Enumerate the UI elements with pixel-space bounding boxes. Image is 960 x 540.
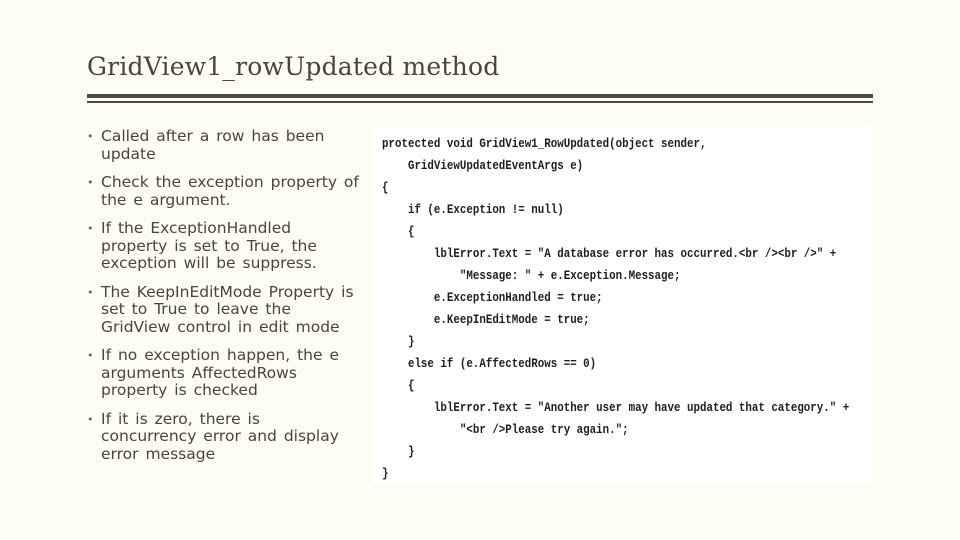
code-listing: protected void GridView1_RowUpdated(obje… bbox=[382, 133, 849, 485]
bullet-icon: • bbox=[87, 349, 94, 362]
bullet-icon: • bbox=[87, 222, 94, 235]
bullet-item: • The KeepInEditMode Property is set to T… bbox=[85, 282, 360, 337]
bullet-icon: • bbox=[87, 130, 94, 143]
bullet-text: If the ExceptionHandled property is set … bbox=[101, 219, 317, 272]
code-line: "Message: " + e.Exception.Message; bbox=[382, 268, 681, 283]
code-line: "<br />Please try again."; bbox=[382, 422, 629, 437]
code-line: lblError.Text = "A database error has oc… bbox=[382, 246, 837, 261]
code-image: protected void GridView1_RowUpdated(obje… bbox=[372, 125, 873, 483]
bullet-text: The KeepInEditMode Property is set to Tr… bbox=[101, 282, 354, 336]
code-line: e.KeepInEditMode = true; bbox=[382, 312, 590, 327]
code-line: } bbox=[382, 466, 389, 481]
code-line: lblError.Text = "Another user may have u… bbox=[382, 400, 850, 415]
slide-title: GridView1_rowUpdated method bbox=[87, 52, 500, 81]
code-line: } bbox=[382, 444, 415, 459]
code-line: { bbox=[382, 378, 415, 393]
code-line: protected void GridView1_RowUpdated(obje… bbox=[382, 136, 707, 151]
code-line: { bbox=[382, 224, 415, 239]
code-line: e.ExceptionHandled = true; bbox=[382, 290, 603, 305]
bullet-item: • Called after a row has been update bbox=[85, 127, 360, 163]
title-rule-thin bbox=[87, 101, 873, 103]
bullet-item: • If it is zero, there is concurrency err… bbox=[85, 409, 360, 464]
title-rule-thick bbox=[87, 94, 873, 98]
code-line: if (e.Exception != null) bbox=[382, 202, 564, 217]
bullet-text: Check the exception property of the e ar… bbox=[101, 173, 359, 209]
bullet-list: • Called after a row has been update • Che… bbox=[85, 127, 360, 474]
bullet-icon: • bbox=[87, 412, 94, 426]
bullet-text: If no exception happen, the e arguments … bbox=[101, 346, 339, 399]
bullet-item: • If the ExceptionHandled property is set… bbox=[85, 219, 360, 273]
bullet-icon: • bbox=[87, 176, 94, 189]
code-line: { bbox=[382, 180, 389, 195]
code-line: GridViewUpdatedEventArgs e) bbox=[382, 158, 584, 173]
bullet-text: Called after a row has been update bbox=[101, 127, 325, 163]
bullet-item: • Check the exception property of the e a… bbox=[85, 173, 360, 209]
code-line: } bbox=[382, 334, 415, 349]
bullet-item: • If no exception happen, the e arguments… bbox=[85, 346, 360, 400]
code-line: else if (e.AffectedRows == 0) bbox=[382, 356, 597, 371]
bullet-icon: • bbox=[87, 285, 94, 299]
bullet-text: If it is zero, there is concurrency erro… bbox=[101, 409, 339, 463]
